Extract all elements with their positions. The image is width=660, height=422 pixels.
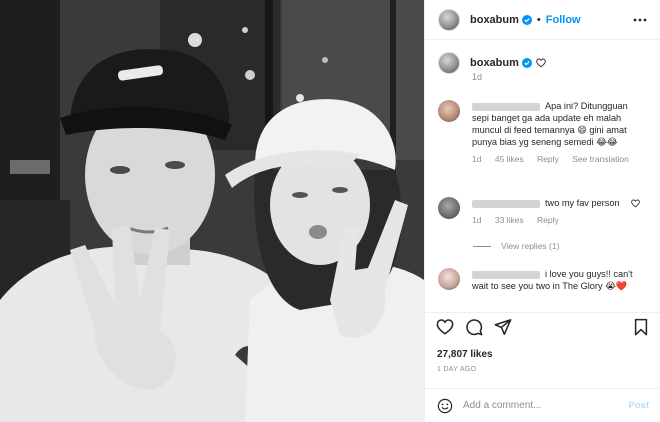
add-comment-bar: Post — [425, 389, 660, 422]
comment-time: 1d — [472, 215, 482, 225]
photo-illustration — [0, 0, 424, 422]
comment-body: two my fav person 1d 33 likes Reply — [472, 197, 640, 226]
heart-outline-icon[interactable] — [536, 58, 546, 68]
share-send-icon[interactable] — [494, 318, 512, 336]
post-caption: boxabum 1d — [438, 52, 650, 82]
commenter-avatar[interactable] — [438, 100, 460, 122]
emoji-smile-icon[interactable] — [437, 398, 453, 414]
comment-text: two my fav person — [545, 198, 620, 208]
commenter-avatar[interactable] — [438, 268, 460, 290]
more-horizontal-icon[interactable] — [633, 13, 647, 27]
comment-likes[interactable]: 45 likes — [495, 154, 524, 164]
redacted-username — [472, 102, 540, 111]
like-heart-icon[interactable] — [436, 318, 454, 336]
comment-meta: 1d 33 likes Reply — [472, 214, 640, 226]
comment-likes[interactable]: 33 likes — [495, 215, 524, 225]
caption-avatar[interactable] — [438, 52, 460, 74]
reply-button[interactable]: Reply — [537, 215, 559, 225]
view-replies-button[interactable]: View replies (1) — [473, 241, 559, 251]
comment-body: Apa ini? Ditungguan sepi banget ga ada u… — [472, 100, 640, 165]
replies-divider-line — [473, 245, 491, 247]
see-translation-button[interactable]: See translation — [572, 154, 629, 164]
author-username[interactable]: boxabum — [470, 14, 519, 26]
view-replies-label: View replies (1) — [501, 241, 560, 251]
action-bar — [425, 313, 660, 341]
bookmark-icon[interactable] — [632, 318, 650, 336]
post-side-panel: boxabum • Follow boxabum 1d Apa ini? Dit… — [424, 0, 660, 422]
comment-time: 1d — [472, 154, 482, 164]
caption-username[interactable]: boxabum — [470, 57, 519, 69]
commenter-avatar[interactable] — [438, 197, 460, 219]
header-separator: • — [536, 13, 541, 26]
likes-count[interactable]: 27,807 likes — [437, 349, 493, 360]
comment-meta: 1d 45 likes Reply See translation — [472, 153, 640, 165]
add-comment-input[interactable] — [463, 400, 613, 411]
post-comment-button[interactable]: Post — [628, 400, 649, 411]
post-header: boxabum • Follow — [425, 0, 660, 40]
verified-badge-icon — [521, 58, 532, 68]
post-timestamp: 1 DAY AGO — [437, 366, 477, 373]
comment-bubble-icon[interactable] — [465, 318, 483, 336]
follow-button[interactable]: Follow — [546, 14, 581, 26]
comment-body: i love you guys!! can't wait to see you … — [472, 268, 640, 292]
caption-time: 1d — [472, 72, 483, 82]
redacted-username — [472, 199, 540, 208]
redacted-username — [472, 270, 540, 279]
reply-button[interactable]: Reply — [537, 154, 559, 164]
author-avatar[interactable] — [438, 8, 460, 31]
verified-badge-icon — [521, 14, 532, 25]
heart-outline-icon[interactable] — [631, 199, 640, 208]
post-photo[interactable] — [0, 0, 424, 422]
